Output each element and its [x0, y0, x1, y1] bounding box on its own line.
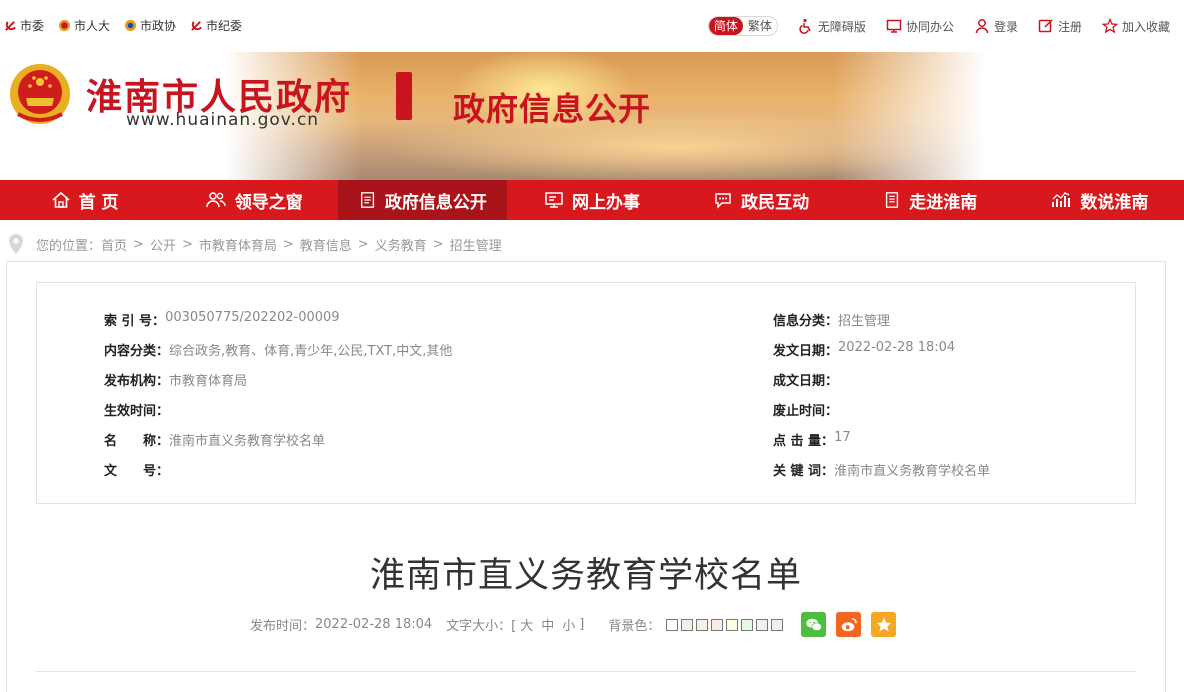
language-switch: 简体 繁体: [707, 16, 778, 36]
metadata-table: 索 引 号： 003050775/202202-00009 内容分类： 综合政务,教…: [36, 282, 1136, 504]
user-icon: [975, 19, 989, 34]
breadcrumb-compulsory-education[interactable]: 义务教育: [375, 235, 427, 254]
content-panel: 索 引 号： 003050775/202202-00009 内容分类： 综合政务,教…: [6, 261, 1166, 692]
font-size-small-button[interactable]: 小: [558, 615, 579, 634]
breadcrumb: 您的位置： 首页 > 公开 > 市教育体育局 > 教育信息 > 义务教育 > 招…: [8, 233, 502, 255]
article-title: 淮南市直义务教育学校名单: [369, 556, 802, 596]
nav-interaction[interactable]: 政民互动: [677, 180, 846, 220]
accessible-mode-link[interactable]: 无障碍版: [798, 18, 866, 35]
chat-bubble-icon: [715, 193, 731, 209]
top-bar: 市委 市人大 市政协 市纪委 简体 繁体 无障碍版 协同办公 登录 注册 加入收…: [0, 0, 1184, 52]
meta-content-category: 内容分类： 综合政务,教育、体育,青少年,公民,TXT,中文,其他: [104, 344, 453, 359]
header-banner: 淮南市人民政府 www.huainan.gov.cn 政府信息公开: [0, 52, 1184, 180]
breadcrumb-enrollment[interactable]: 招生管理: [450, 235, 502, 254]
bg-swatch[interactable]: [711, 618, 724, 631]
star-icon: [876, 617, 892, 631]
home-icon: [52, 191, 70, 208]
top-links-right: 简体 繁体 无障碍版 协同办公 登录 注册 加入收藏: [707, 16, 1170, 36]
breadcrumb-public[interactable]: 公开: [150, 235, 176, 254]
nav-leaders[interactable]: 领导之窗: [169, 180, 338, 220]
top-link-discipline-committee[interactable]: 市纪委: [190, 17, 242, 34]
meta-hit-count: 点 击 量： 17: [773, 430, 851, 449]
meta-keywords: 关 键 词： 淮南市直义务教育学校名单: [773, 464, 991, 479]
bar-chart-icon: [1052, 192, 1071, 207]
meta-publisher: 发布机构： 市教育体育局: [104, 374, 248, 389]
add-favorite-link[interactable]: 加入收藏: [1101, 18, 1170, 35]
bg-swatch[interactable]: [681, 618, 694, 631]
breadcrumb-separator: >: [133, 236, 144, 252]
location-pin-icon: [9, 234, 23, 254]
lang-simplified-button[interactable]: 简体: [708, 17, 743, 35]
breadcrumb-education-bureau[interactable]: 市教育体育局: [199, 235, 277, 254]
bg-swatch[interactable]: [771, 618, 784, 631]
favorite-share-button[interactable]: [871, 612, 897, 637]
font-size-label: 文字大小：[: [446, 619, 517, 634]
meta-repeal-time: 废止时间：: [773, 404, 839, 419]
users-icon: [205, 192, 226, 208]
font-size-medium-button[interactable]: 中: [537, 615, 558, 634]
meta-effective-time: 生效时间：: [104, 404, 170, 419]
meta-index-no: 索 引 号： 003050775/202202-00009: [104, 310, 340, 329]
breadcrumb-separator: >: [432, 236, 444, 252]
font-size-end: ]: [579, 617, 585, 632]
edit-icon: [1038, 19, 1053, 33]
meta-document-number: 文 号：: [104, 464, 170, 479]
seal-stamp: [396, 72, 412, 120]
monitor-icon: [886, 19, 902, 33]
top-link-city-committee[interactable]: 市委: [4, 17, 44, 34]
bg-swatch[interactable]: [756, 618, 769, 631]
cppcc-emblem-icon: [124, 19, 137, 32]
document-icon: [360, 192, 374, 208]
breadcrumb-home[interactable]: 首页: [101, 235, 127, 254]
nav-about-huainan[interactable]: 走进淮南: [846, 180, 1015, 220]
meta-issue-date: 发文日期： 2022-02-28 18:04: [773, 340, 956, 359]
breadcrumb-separator: >: [181, 236, 193, 252]
lang-traditional-button[interactable]: 繁体: [743, 17, 777, 35]
collaborative-office-link[interactable]: 协同办公: [886, 18, 954, 35]
background-color-swatches: [666, 618, 784, 631]
national-emblem-logo[interactable]: [8, 62, 72, 128]
weibo-icon: [841, 617, 857, 631]
breadcrumb-prefix: 您的位置：: [36, 238, 102, 254]
nav-home[interactable]: 首 页: [0, 180, 169, 220]
publish-time-label: 发布时间：: [250, 619, 316, 634]
national-emblem-icon: [58, 19, 71, 32]
publish-time: 2022-02-28 18:04: [315, 617, 433, 632]
section-title: 政府信息公开: [453, 90, 652, 128]
login-link[interactable]: 登录: [974, 18, 1018, 35]
party-emblem-icon: [191, 21, 202, 31]
party-emblem-icon: [5, 21, 16, 31]
top-link-peoples-congress[interactable]: 市人大: [58, 17, 110, 34]
computer-icon: [545, 192, 563, 208]
main-nav: 首 页 领导之窗 政府信息公开 网上办事 政民互动 走进淮南 数说淮南: [0, 180, 1184, 220]
background-color-label: 背景色：: [608, 619, 661, 634]
top-links-left: 市委 市人大 市政协 市纪委: [4, 17, 242, 34]
nav-online-services[interactable]: 网上办事: [507, 180, 676, 220]
wechat-icon: [806, 618, 822, 631]
meta-name: 名 称： 淮南市直义务教育学校名单: [104, 434, 326, 449]
breadcrumb-separator: >: [282, 236, 294, 252]
font-size-large-button[interactable]: 大: [516, 615, 537, 634]
weibo-share-button[interactable]: [836, 612, 862, 637]
share-buttons: [801, 612, 897, 637]
wechat-share-button[interactable]: [801, 612, 827, 637]
breadcrumb-separator: >: [357, 236, 369, 252]
breadcrumb-education-info[interactable]: 教育信息: [300, 235, 352, 254]
star-icon: [1101, 18, 1118, 34]
register-link[interactable]: 注册: [1038, 18, 1082, 35]
top-link-cppcc[interactable]: 市政协: [124, 17, 176, 34]
bg-swatch[interactable]: [726, 618, 739, 631]
bg-swatch[interactable]: [666, 618, 679, 631]
nav-gov-info[interactable]: 政府信息公开: [338, 180, 508, 220]
wheelchair-icon: [799, 18, 811, 34]
bg-swatch[interactable]: [741, 618, 754, 631]
book-icon: [886, 192, 899, 208]
site-url: www.huainan.gov.cn: [126, 110, 320, 130]
bg-swatch[interactable]: [696, 618, 709, 631]
nav-data[interactable]: 数说淮南: [1015, 180, 1184, 220]
article-toolbar: 发布时间： 2022-02-28 18:04 文字大小：[ 大 中 小 ] 背景…: [250, 612, 897, 637]
meta-written-date: 成文日期：: [773, 374, 839, 389]
meta-info-category: 信息分类： 招生管理: [773, 314, 891, 329]
content-divider: [36, 671, 1136, 672]
